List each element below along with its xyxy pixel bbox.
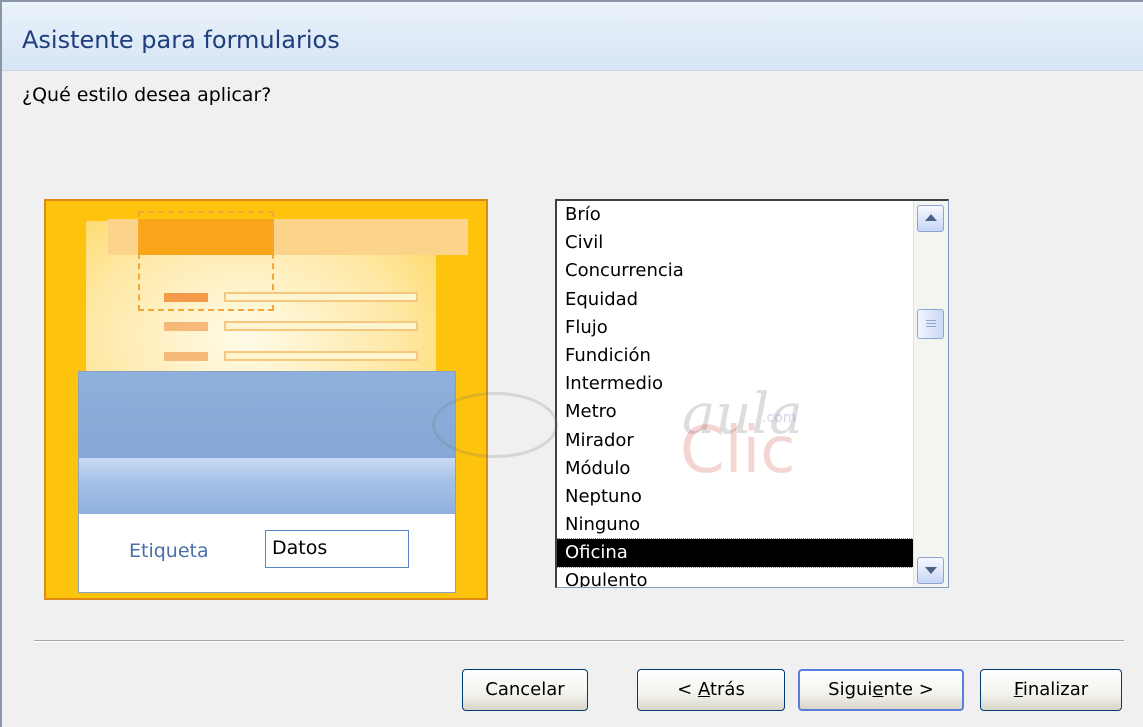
list-item[interactable]: Mirador xyxy=(557,427,913,455)
back-button-accelerator: A xyxy=(697,679,710,700)
form-wizard-dialog: Asistente para formularios ¿Qué estilo d… xyxy=(0,0,1143,727)
vertical-scrollbar[interactable] xyxy=(913,201,948,587)
list-item[interactable]: Fundición xyxy=(557,342,913,370)
list-item[interactable]: Opulento xyxy=(557,567,913,587)
preview-mini-field xyxy=(224,321,418,331)
preview-form: Etiqueta Datos xyxy=(78,371,456,593)
finish-button-accelerator: F xyxy=(1013,679,1023,700)
cancel-button-label: Cancelar xyxy=(485,679,565,700)
preview-mini-field xyxy=(224,292,418,302)
list-item[interactable]: Flujo xyxy=(557,314,913,342)
preview-mini-label xyxy=(164,322,208,331)
list-item[interactable]: Civil xyxy=(557,229,913,257)
arrow-down-icon xyxy=(925,567,937,574)
cancel-button[interactable]: Cancelar xyxy=(462,669,588,711)
preview-mini-label xyxy=(164,293,208,302)
arrow-up-icon xyxy=(925,214,937,221)
list-item[interactable]: Concurrencia xyxy=(557,257,913,285)
preview-form-subheader xyxy=(79,458,455,514)
next-button-accelerator: e xyxy=(872,679,884,700)
preview-form-header xyxy=(79,372,455,458)
scroll-thumb[interactable] xyxy=(917,309,944,339)
finish-button-rest: inalizar xyxy=(1022,679,1089,700)
list-item-selected[interactable]: Oficina xyxy=(557,538,914,569)
back-button[interactable]: < Atrás xyxy=(637,669,785,711)
finish-button[interactable]: Finalizar xyxy=(980,669,1122,711)
footer-separator xyxy=(34,640,1124,642)
next-button-rest: nte > xyxy=(883,679,934,700)
style-question-label: ¿Qué estilo desea aplicar? xyxy=(22,84,272,106)
next-button[interactable]: Siguiente > xyxy=(798,669,964,711)
preview-data-field: Datos xyxy=(265,530,409,568)
style-preview: Etiqueta Datos xyxy=(44,199,488,600)
preview-label-text: Etiqueta xyxy=(129,540,209,562)
list-item[interactable]: Equidad xyxy=(557,286,913,314)
next-button-prefix: Sigui xyxy=(828,679,873,700)
list-item[interactable]: Intermedio xyxy=(557,370,913,398)
grip-icon xyxy=(926,326,936,327)
grip-icon xyxy=(926,323,936,324)
scroll-up-button[interactable] xyxy=(917,205,944,232)
style-listbox[interactable]: Brío Civil Concurrencia Equidad Flujo Fu… xyxy=(555,199,949,588)
title-bar: Asistente para formularios xyxy=(2,2,1143,71)
back-button-rest: trás xyxy=(709,679,745,700)
preview-mini-label xyxy=(164,352,208,361)
list-item[interactable]: Brío xyxy=(557,201,913,229)
window-title: Asistente para formularios xyxy=(22,26,340,54)
preview-mini-field xyxy=(224,351,418,361)
scroll-down-button[interactable] xyxy=(917,557,944,584)
list-item[interactable]: Metro xyxy=(557,398,913,426)
back-button-prefix: < xyxy=(677,679,698,700)
list-item[interactable]: Neptuno xyxy=(557,483,913,511)
style-list-items: Brío Civil Concurrencia Equidad Flujo Fu… xyxy=(557,201,914,587)
grip-icon xyxy=(926,320,936,321)
list-item[interactable]: Módulo xyxy=(557,455,913,483)
list-item[interactable]: Ninguno xyxy=(557,511,913,539)
